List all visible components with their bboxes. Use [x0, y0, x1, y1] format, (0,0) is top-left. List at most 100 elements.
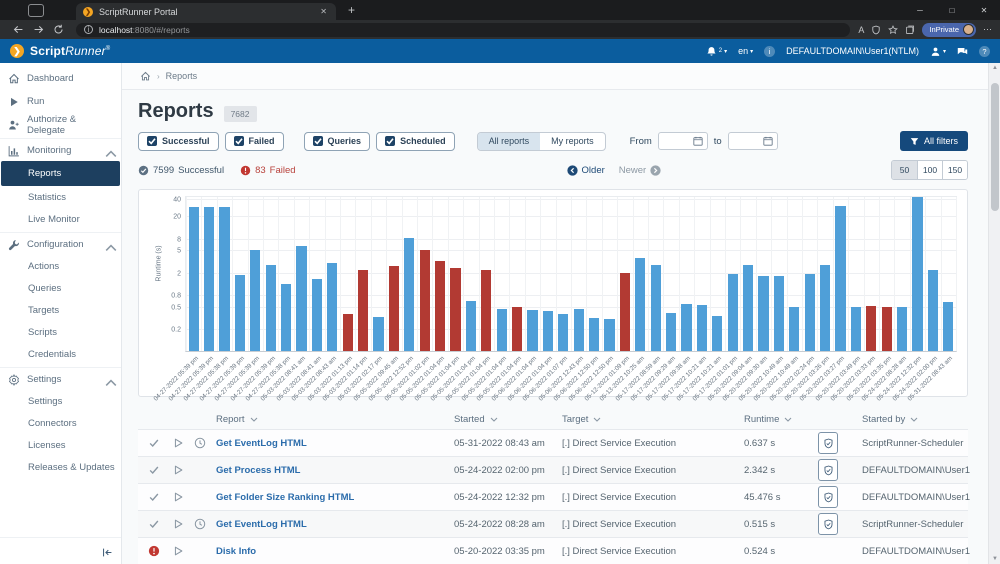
filter-failed-button[interactable]: Failed	[225, 132, 284, 151]
chart-bar[interactable]	[712, 316, 722, 351]
run-again-icon[interactable]	[172, 464, 194, 476]
profile-inprivate-badge[interactable]: InPrivate	[922, 23, 976, 37]
chart-bar[interactable]	[589, 318, 599, 351]
sidebar-collapse-icon[interactable]	[102, 547, 113, 558]
new-tab-icon[interactable]: +	[348, 3, 355, 17]
favorites-star-icon[interactable]	[888, 25, 898, 35]
column-header-started-by[interactable]: Started by	[862, 414, 968, 425]
checkbox-checked-icon[interactable]	[313, 136, 323, 146]
report-link[interactable]: Get Folder Size Ranking HTML	[216, 492, 454, 503]
sidebar-item-live-monitor[interactable]: Live Monitor	[1, 208, 120, 230]
filter-successful-button[interactable]: Successful	[138, 132, 219, 151]
url-bar[interactable]: i localhost :8080/#/reports	[76, 23, 850, 37]
chart-bar[interactable]	[912, 197, 922, 351]
run-again-icon[interactable]	[172, 437, 194, 449]
page-size-150[interactable]: 150	[942, 161, 967, 179]
scroll-down-icon[interactable]: ▼	[989, 556, 1000, 562]
sidebar-item-configuration[interactable]: Configuration	[0, 232, 121, 255]
older-button[interactable]: Older	[567, 165, 605, 176]
run-again-icon[interactable]	[172, 518, 194, 530]
to-date-input[interactable]	[728, 132, 778, 150]
tab-close-icon[interactable]: ✕	[318, 7, 329, 16]
run-again-icon[interactable]	[172, 545, 194, 557]
back-icon[interactable]	[8, 24, 28, 35]
chart-bar[interactable]	[866, 306, 876, 351]
security-shield-button[interactable]	[818, 432, 838, 454]
filter-scheduled-button[interactable]: Scheduled	[376, 132, 455, 151]
sidebar-item-releases-updates[interactable]: Releases & Updates	[1, 456, 120, 478]
more-menu-icon[interactable]: ⋯	[983, 24, 992, 35]
chart-bar[interactable]	[296, 246, 306, 351]
sidebar-item-licenses[interactable]: Licenses	[1, 434, 120, 456]
chart-bar[interactable]	[435, 261, 445, 351]
chart-bar[interactable]	[481, 270, 491, 351]
chat-icon[interactable]	[957, 46, 968, 57]
chart-bar[interactable]	[235, 275, 245, 351]
chart-bar[interactable]	[389, 266, 399, 351]
scroll-up-icon[interactable]: ▲	[989, 65, 1000, 71]
window-close-icon[interactable]: ✕	[968, 0, 1000, 20]
chart-bar[interactable]	[574, 309, 584, 351]
sidebar-item-queries[interactable]: Queries	[1, 277, 120, 299]
chart-bar[interactable]	[728, 274, 738, 351]
report-link[interactable]: Get EventLog HTML	[216, 438, 454, 449]
chart-bar[interactable]	[820, 265, 830, 351]
chart-bar[interactable]	[343, 314, 353, 351]
browser-tab[interactable]: ❯ ScriptRunner Portal ✕	[76, 3, 336, 20]
chart-bar[interactable]	[420, 250, 430, 351]
scope-all-reports[interactable]: All reports	[478, 133, 541, 150]
sort-caret-icon[interactable]	[250, 417, 258, 422]
chart-bar[interactable]	[928, 270, 938, 351]
chart-bar[interactable]	[358, 270, 368, 351]
report-link[interactable]: Get Process HTML	[216, 465, 454, 476]
table-row[interactable]: Disk Info05-20-2022 03:35 pm[.] Direct S…	[138, 537, 968, 564]
sidebar-item-credentials[interactable]: Credentials	[1, 343, 120, 365]
chart-bar[interactable]	[497, 309, 507, 351]
sidebar-item-run[interactable]: Run	[0, 90, 121, 113]
sidebar-item-reports[interactable]: Reports	[1, 161, 120, 186]
chart-bar[interactable]	[943, 302, 953, 351]
tab-actions-icon[interactable]	[28, 4, 44, 17]
column-header-report[interactable]: Report	[216, 414, 454, 425]
window-maximize-icon[interactable]: □	[936, 0, 968, 20]
chart-bar[interactable]	[681, 304, 691, 351]
table-row[interactable]: Get Folder Size Ranking HTML05-24-2022 1…	[138, 483, 968, 510]
chart-bar[interactable]	[543, 311, 553, 351]
chart-bar[interactable]	[758, 276, 768, 351]
checkbox-checked-icon[interactable]	[385, 136, 395, 146]
chart-bar[interactable]	[666, 313, 676, 351]
chart-bar[interactable]	[450, 268, 460, 351]
column-header-target[interactable]: Target	[562, 414, 744, 425]
chart-bar[interactable]	[789, 307, 799, 351]
security-shield-button[interactable]	[818, 513, 838, 535]
collections-icon[interactable]	[905, 25, 915, 35]
column-header-runtime[interactable]: Runtime	[744, 414, 818, 425]
sort-caret-icon[interactable]	[490, 417, 498, 422]
language-selector[interactable]: en ▾	[738, 46, 753, 56]
chart-bar[interactable]	[527, 310, 537, 351]
chart-bar[interactable]	[620, 273, 630, 352]
table-row[interactable]: Get Process HTML05-24-2022 02:00 pm[.] D…	[138, 456, 968, 483]
chart-bar[interactable]	[466, 301, 476, 351]
info-icon[interactable]: i	[764, 46, 775, 57]
chart-bar[interactable]	[897, 307, 907, 351]
chart-bar[interactable]	[604, 319, 614, 351]
chart-bar[interactable]	[219, 207, 229, 351]
scrollbar-thumb[interactable]	[991, 83, 999, 211]
checkbox-checked-icon[interactable]	[147, 136, 157, 146]
chart-bar[interactable]	[851, 307, 861, 351]
user-menu[interactable]: ▾	[930, 46, 946, 57]
tracking-prevention-icon[interactable]	[871, 25, 881, 35]
run-again-icon[interactable]	[172, 491, 194, 503]
chart-bar[interactable]	[404, 238, 414, 351]
chart-bar[interactable]	[558, 314, 568, 351]
from-date-input[interactable]	[658, 132, 708, 150]
sidebar-item-statistics[interactable]: Statistics	[1, 186, 120, 208]
checkbox-checked-icon[interactable]	[234, 136, 244, 146]
table-row[interactable]: Get EventLog HTML05-24-2022 08:28 am[.] …	[138, 510, 968, 537]
chart-bar[interactable]	[835, 206, 845, 352]
chart-bar[interactable]	[697, 305, 707, 351]
home-icon[interactable]	[140, 71, 151, 82]
chart-bar[interactable]	[281, 284, 291, 351]
chart-bar[interactable]	[882, 307, 892, 352]
